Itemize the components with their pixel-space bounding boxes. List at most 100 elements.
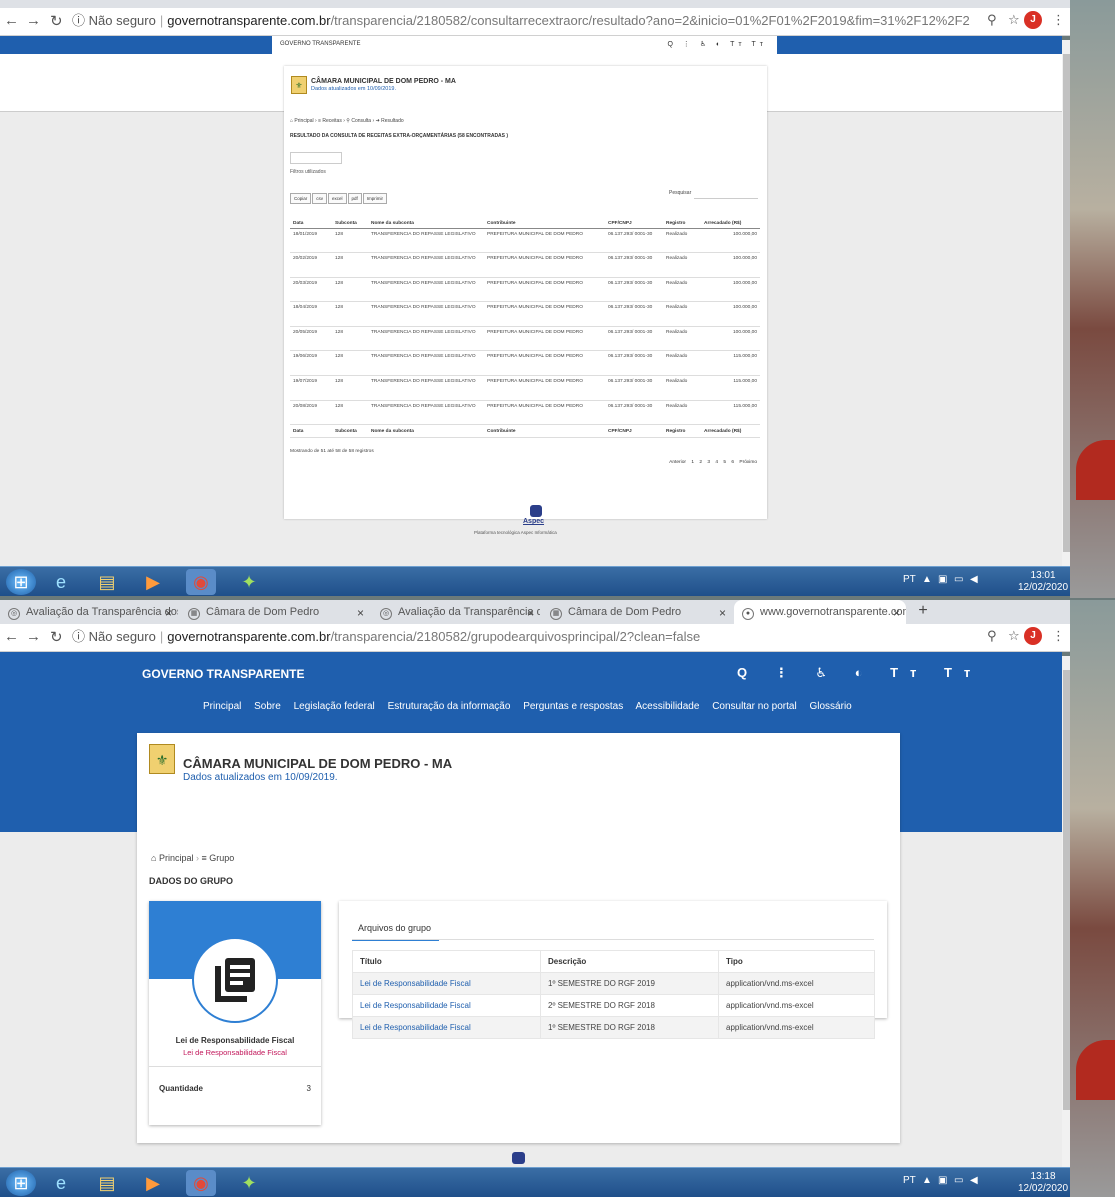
csv-button[interactable]: csv (312, 193, 328, 204)
language-indicator[interactable]: PT (903, 1175, 916, 1186)
file-title-link[interactable]: Lei de Responsabilidade Fiscal (352, 994, 541, 1017)
battery-icon[interactable]: ▭ (954, 1175, 963, 1186)
aspec-name[interactable]: Aspec (523, 518, 544, 525)
breadcrumb-principal[interactable]: Principal (294, 118, 313, 124)
excel-button[interactable]: excel (328, 193, 347, 204)
accessibility-icons[interactable]: Q ⋮ ♿ ◐ Tт Tт (737, 665, 982, 681)
tray-expand-icon[interactable]: ▲ (922, 1175, 932, 1186)
ie-icon[interactable]: e (46, 569, 76, 595)
start-button[interactable]: ⊞ (6, 569, 36, 595)
reload-icon[interactable]: ↻ (50, 628, 63, 646)
menu-kebab-icon[interactable]: ⋮ (1052, 12, 1065, 28)
tab-2[interactable]: ▦ Câmara de Dom Pedro × (180, 600, 370, 624)
info-icon[interactable]: ⓘ (72, 629, 85, 644)
col-header-arrecadado[interactable]: Arrecadado (R$) (701, 206, 760, 229)
page-5[interactable]: 5 (723, 460, 726, 465)
tab-close-icon[interactable]: × (527, 606, 534, 620)
page-3[interactable]: 3 (707, 460, 710, 465)
cell-nome: TRANSFERENCIA DO REPASSE LEGISLATIVO (368, 252, 484, 278)
page-4[interactable]: 4 (715, 460, 718, 465)
col-header-cpf[interactable]: CPF/CNPJ (605, 206, 663, 229)
accessibility-icons[interactable]: Q ⋮ ♿ ◐ Tт Tт (667, 40, 767, 48)
file-title-link[interactable]: Lei de Responsabilidade Fiscal (352, 1016, 541, 1039)
menu-acessibilidade[interactable]: Acessibilidade (635, 701, 699, 712)
info-icon[interactable]: ⓘ (72, 13, 85, 28)
tab-4[interactable]: ▦ Câmara de Dom Pedro × (542, 600, 732, 624)
address-bar[interactable]: ⓘ Não seguro | governotransparente.com.br/… (72, 627, 970, 647)
clock[interactable]: 13:18 12/02/2020 (1018, 1171, 1068, 1195)
profile-avatar[interactable]: J (1024, 11, 1042, 29)
forward-icon[interactable]: → (26, 12, 41, 29)
tab-close-icon[interactable]: × (357, 606, 364, 620)
col-header-registro[interactable]: Registro (663, 206, 701, 229)
ie-icon[interactable]: e (46, 1170, 76, 1196)
breadcrumb-receitas[interactable]: Receitas (322, 118, 341, 124)
search-input[interactable] (694, 187, 758, 199)
menu-estruturacao[interactable]: Estruturação da informação (388, 701, 511, 712)
file-title-link[interactable]: Lei de Responsabilidade Fiscal (352, 972, 541, 995)
tray-expand-icon[interactable]: ▲ (922, 574, 932, 585)
menu-kebab-icon[interactable]: ⋮ (1052, 628, 1065, 644)
start-button[interactable]: ⊞ (6, 1170, 36, 1196)
bookmark-star-icon[interactable]: ☆ (1008, 628, 1020, 644)
network-icon[interactable]: ▣ (938, 574, 947, 585)
col-header-data[interactable]: Data (290, 206, 332, 229)
page-6[interactable]: 6 (731, 460, 734, 465)
menu-sobre[interactable]: Sobre (254, 701, 281, 712)
tab-close-icon[interactable]: × (719, 606, 726, 620)
page-next[interactable]: Próximo (739, 460, 757, 465)
pdf-button[interactable]: pdf (347, 193, 362, 204)
bookmark-star-icon[interactable]: ☆ (1008, 12, 1020, 28)
menu-perguntas[interactable]: Perguntas e respostas (523, 701, 623, 712)
home-icon: ⌂ (151, 853, 157, 863)
app-icon[interactable]: ✦ (234, 569, 264, 595)
language-indicator[interactable]: PT (903, 574, 916, 585)
footer-registro: Registro (663, 424, 701, 439)
breadcrumb-principal[interactable]: Principal (159, 853, 194, 863)
footer-data: Data (290, 424, 332, 439)
tab-1[interactable]: ◎ Avaliação da Transparência dos × (0, 600, 178, 624)
back-icon[interactable]: ← (4, 12, 19, 29)
menu-consultar[interactable]: Consultar no portal (712, 701, 797, 712)
explorer-icon[interactable]: ▤ (92, 1170, 122, 1196)
app-icon[interactable]: ✦ (234, 1170, 264, 1196)
network-icon[interactable]: ▣ (938, 1175, 947, 1186)
zoom-icon[interactable]: ⚲ (987, 628, 997, 644)
back-icon[interactable]: ← (4, 628, 19, 645)
menu-legislacao[interactable]: Legislação federal (294, 701, 375, 712)
forward-icon[interactable]: → (26, 628, 41, 645)
copy-button[interactable]: Copiar (290, 193, 312, 204)
reload-icon[interactable]: ↻ (50, 12, 63, 30)
menu-glossario[interactable]: Glossário (809, 701, 851, 712)
tab-favicon: ● (742, 608, 754, 620)
battery-icon[interactable]: ▭ (954, 574, 963, 585)
volume-icon[interactable]: ◀ (970, 1175, 978, 1186)
volume-icon[interactable]: ◀ (970, 574, 978, 585)
profile-avatar[interactable]: J (1024, 627, 1042, 645)
col-header-nome[interactable]: Nome da subconta (368, 206, 484, 229)
media-player-icon[interactable]: ▶ (138, 1170, 168, 1196)
page-prev[interactable]: Anterior (669, 460, 686, 465)
media-player-icon[interactable]: ▶ (138, 569, 168, 595)
col-header-contribuinte[interactable]: Contribuinte (484, 206, 605, 229)
brand-title[interactable]: GOVERNO TRANSPARENTE (142, 667, 304, 681)
zoom-icon[interactable]: ⚲ (987, 12, 997, 28)
breadcrumb-consulta[interactable]: Consulta (351, 118, 371, 124)
chrome-icon[interactable]: ◉ (186, 569, 216, 595)
chrome-icon[interactable]: ◉ (186, 1170, 216, 1196)
tab-5-active[interactable]: ● www.governotransparente.com × (734, 600, 906, 624)
print-button[interactable]: Imprimir (362, 193, 388, 204)
col-header-subconta[interactable]: Subconta (332, 206, 368, 229)
explorer-icon[interactable]: ▤ (92, 569, 122, 595)
page-2[interactable]: 2 (699, 460, 702, 465)
tab-close-icon[interactable]: × (165, 606, 172, 620)
clock[interactable]: 13:01 12/02/2020 (1018, 570, 1068, 594)
menu-principal[interactable]: Principal (203, 701, 241, 712)
tab-3[interactable]: ◎ Avaliação da Transparência dos × (372, 600, 540, 624)
address-bar[interactable]: ⓘ Não seguro | governotransparente.com.br/… (72, 11, 970, 31)
new-tab-icon[interactable]: + (912, 602, 934, 622)
page-1[interactable]: 1 (691, 460, 694, 465)
cell-arrecadado: 100.000,00 (701, 277, 760, 303)
tab-close-icon[interactable]: × (893, 606, 900, 620)
filter-box[interactable] (290, 152, 342, 164)
